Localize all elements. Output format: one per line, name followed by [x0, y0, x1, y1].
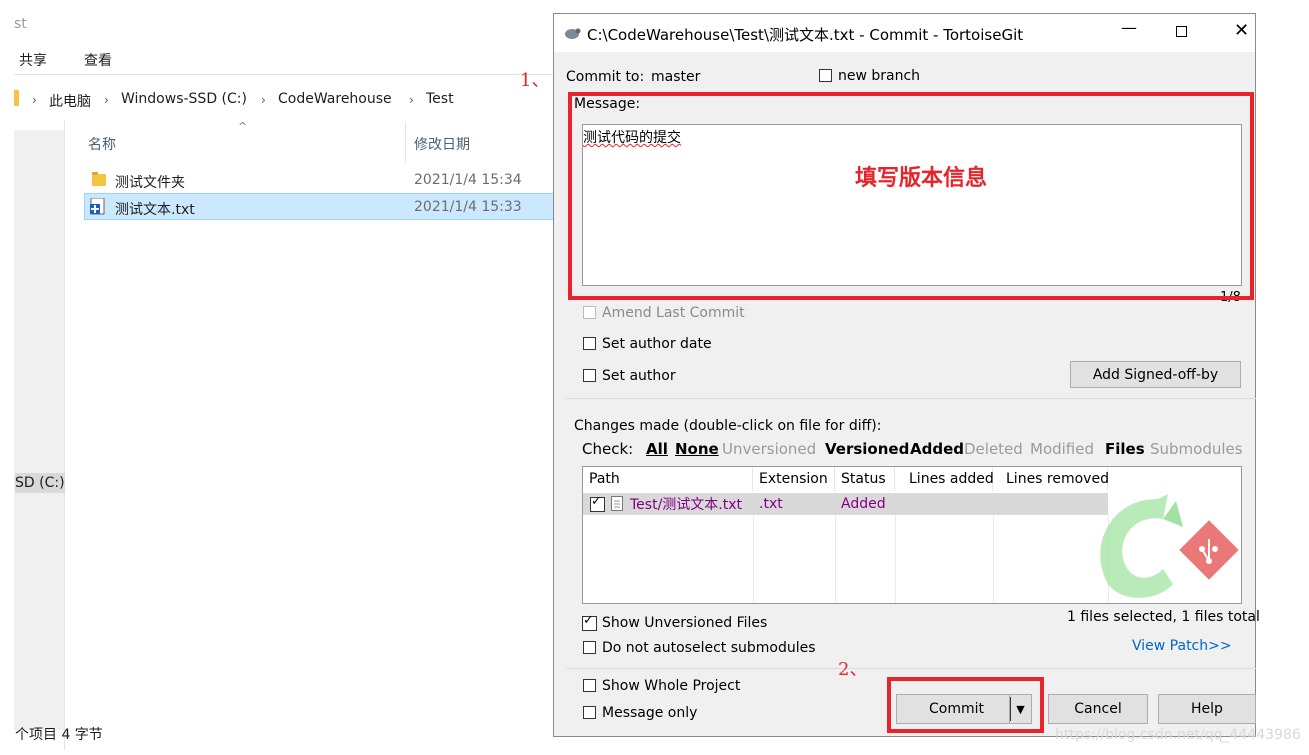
check-filter-unversioned: Unversioned — [722, 440, 817, 458]
sort-ascending-icon: ^ — [238, 120, 248, 133]
watermark-text: https://blog.csdn.net/qq_44443986 — [1055, 727, 1301, 743]
file-row-folder-name[interactable]: 测试文件夹 — [115, 172, 185, 192]
cancel-button[interactable]: Cancel — [1048, 694, 1148, 724]
annotation-step-2: 2、 — [838, 659, 868, 680]
row-extension: .txt — [759, 496, 783, 512]
check-filter-none[interactable]: None — [675, 440, 719, 458]
document-icon — [611, 496, 623, 511]
pane-divider — [64, 120, 65, 750]
commit-to-label: Commit to: — [566, 69, 645, 85]
column-divider — [405, 122, 406, 162]
column-line — [895, 515, 896, 603]
column-header-name[interactable]: 名称 — [88, 134, 116, 154]
ribbon-tab-share[interactable]: 共享 — [19, 50, 47, 70]
check-filter-versioned[interactable]: Versioned — [825, 440, 909, 458]
column-line — [753, 515, 754, 603]
check-filter-modified: Modified — [1030, 440, 1095, 458]
column-header-date[interactable]: 修改日期 — [414, 134, 470, 154]
new-branch-checkbox[interactable] — [819, 69, 832, 82]
ribbon-tab-view[interactable]: 查看 — [84, 50, 112, 70]
help-button[interactable]: Help — [1158, 694, 1256, 724]
column-line — [835, 515, 836, 603]
amend-checkbox[interactable] — [583, 306, 596, 319]
new-branch-label: new branch — [838, 68, 921, 84]
close-icon[interactable]: ✕ — [1234, 20, 1249, 41]
check-filter-files[interactable]: Files — [1105, 440, 1145, 458]
amend-label: Amend Last Commit — [602, 305, 745, 321]
status-bar-text: 个项目 4 字节 — [15, 727, 103, 743]
chevron-right-icon: › — [409, 93, 414, 107]
show-unversioned-label: Show Unversioned Files — [602, 615, 768, 631]
changes-label: Changes made (double-click on file for d… — [574, 418, 882, 434]
list-header-lines-added[interactable]: Lines added — [895, 467, 994, 491]
file-row-text-date: 2021/1/4 15:33 — [414, 199, 522, 215]
minimize-icon[interactable]: — — [1121, 18, 1137, 37]
folder-icon — [14, 90, 19, 106]
message-only-label: Message only — [602, 705, 698, 721]
list-header-lines-removed[interactable]: Lines removed — [993, 467, 1109, 491]
files-summary: 1 files selected, 1 files total — [1067, 609, 1260, 625]
set-author-checkbox[interactable] — [583, 369, 596, 382]
breadcrumb-codewarehouse[interactable]: CodeWarehouse — [278, 91, 392, 107]
check-filter-deleted: Deleted — [964, 440, 1023, 458]
nav-item-drive[interactable]: SD (C:) — [15, 473, 65, 493]
changed-files-list[interactable]: Path Extension Status Lines added Lines … — [582, 466, 1242, 604]
breadcrumb-this-pc[interactable]: 此电脑 — [49, 91, 91, 111]
row-path: Test/测试文本.txt — [630, 497, 742, 513]
check-filter-all[interactable]: All — [646, 440, 668, 458]
ribbon-divider — [14, 74, 554, 75]
check-label: Check: — [582, 440, 634, 458]
chevron-right-icon: › — [104, 93, 109, 107]
row-status: Added — [841, 496, 886, 512]
tortoisegit-logo-icon — [1088, 489, 1241, 603]
file-explorer-window: st 共享 查看 › 此电脑 › Windows-SSD (C:) › Code… — [0, 0, 560, 755]
breadcrumb-drive[interactable]: Windows-SSD (C:) — [121, 91, 247, 107]
check-filter-submodules: Submodules — [1150, 440, 1243, 458]
list-header-status[interactable]: Status — [835, 467, 895, 491]
breadcrumb-test[interactable]: Test — [426, 91, 454, 107]
no-autoselect-checkbox[interactable] — [583, 641, 596, 654]
group-divider — [566, 398, 1256, 399]
folder-icon — [92, 172, 106, 186]
message-only-checkbox[interactable] — [583, 706, 596, 719]
list-header-path[interactable]: Path — [583, 467, 753, 491]
group-divider — [566, 668, 1256, 669]
branch-name: master — [651, 69, 701, 85]
list-header-extension[interactable]: Extension — [753, 467, 835, 491]
row-checkbox[interactable] — [590, 494, 605, 512]
tortoise-icon — [563, 25, 581, 41]
file-row-folder-date: 2021/1/4 15:34 — [414, 172, 522, 188]
dialog-title: C:\CodeWarehouse\Test\测试文本.txt - Commit … — [587, 26, 1024, 44]
show-unversioned-checkbox[interactable] — [582, 613, 597, 631]
set-author-date-label: Set author date — [602, 336, 712, 352]
show-whole-project-checkbox[interactable] — [583, 679, 596, 692]
navigation-pane — [14, 130, 64, 730]
show-whole-project-label: Show Whole Project — [602, 678, 741, 694]
chevron-right-icon: › — [32, 93, 37, 107]
maximize-icon[interactable] — [1176, 26, 1187, 37]
dialog-title-bar: C:\CodeWarehouse\Test\测试文本.txt - Commit … — [554, 14, 1255, 52]
set-author-date-checkbox[interactable] — [583, 337, 596, 350]
column-line — [993, 515, 994, 603]
explorer-title-fragment: st — [14, 16, 27, 32]
file-row-text-name[interactable]: 测试文本.txt — [115, 199, 195, 219]
no-autoselect-label: Do not autoselect submodules — [602, 640, 816, 656]
annotation-message-box — [568, 92, 1254, 300]
text-file-icon — [90, 197, 106, 215]
annotation-fill-info: 填写版本信息 — [855, 165, 988, 191]
chevron-right-icon: › — [261, 93, 266, 107]
annotation-step-1: 1、 — [520, 70, 550, 91]
set-author-label: Set author — [602, 368, 676, 384]
check-filter-added[interactable]: Added — [910, 440, 964, 458]
view-patch-link[interactable]: View Patch>> — [1132, 638, 1232, 654]
annotation-commit-box — [887, 677, 1044, 733]
add-signed-off-button[interactable]: Add Signed-off-by — [1070, 361, 1241, 388]
